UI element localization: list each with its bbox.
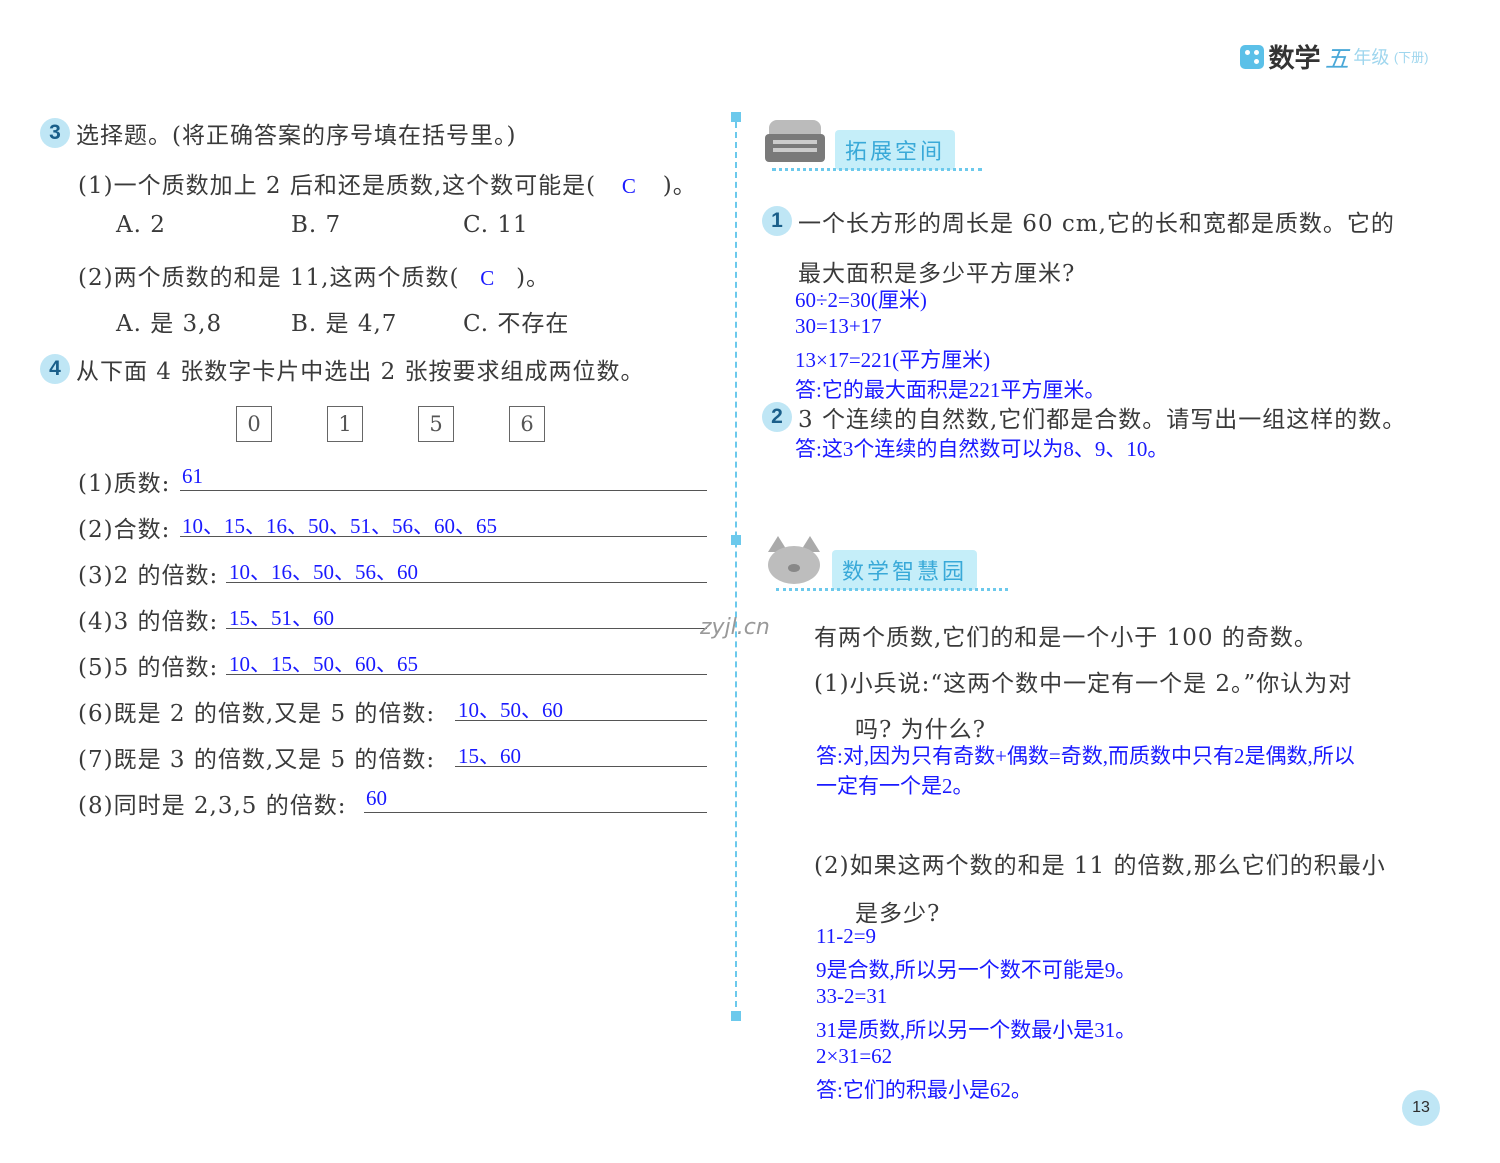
wisdom-intro: 有两个质数,它们的和是一个小于 100 的奇数。 — [814, 625, 1318, 651]
header-grade-suffix: 年级 — [1353, 47, 1390, 68]
wisdom-p1-answer-2: 一定有一个是2。 — [816, 774, 974, 798]
header-volume: (下册) — [1393, 50, 1429, 65]
q3-p2-option-b: B. 是 4,7 — [291, 311, 398, 337]
dotted-underline — [772, 168, 982, 171]
answer-line — [180, 490, 707, 491]
divider-marker — [731, 1011, 741, 1021]
answer-line — [364, 812, 707, 813]
q3-p1-option-b: B. 7 — [291, 212, 342, 238]
number-card: 0 — [236, 406, 272, 442]
q4-item-7-label: (7)既是 3 的倍数,又是 5 的倍数: — [78, 747, 436, 773]
q3-p1-stem: (1)一个质数加上 2 后和还是质数,这个数可能是( — [78, 173, 597, 199]
wisdom-p2-answer-5: 2×31=62 — [816, 1044, 893, 1068]
cat-icon — [766, 536, 822, 586]
wisdom-section-label: 数学智慧园 — [832, 550, 978, 590]
divider-marker — [731, 535, 741, 545]
answer-line — [455, 720, 707, 721]
q4-item-3-label: (3)2 的倍数: — [78, 563, 219, 589]
wisdom-p1-line1: (1)小兵说:“这两个数中一定有一个是 2。”你认为对 — [814, 671, 1353, 697]
q3-p1-close: )。 — [662, 173, 697, 199]
q4-item-8-answer: 60 — [366, 786, 387, 810]
header-title: 数学 五 年级 (下册) — [1240, 38, 1429, 75]
ext-q1-number: 1 — [762, 206, 792, 236]
q4-item-1-label: (1)质数: — [78, 471, 171, 497]
answer-line — [226, 628, 707, 629]
ext-q2-text: 3 个连续的自然数,它们都是合数。请写出一组这样的数。 — [798, 407, 1407, 433]
ext-q2-answer: 答:这3个连续的自然数可以为8、9、10。 — [795, 437, 1169, 461]
q3-p2-close: )。 — [516, 265, 551, 291]
q4-number: 4 — [40, 354, 70, 384]
wisdom-p1-answer-1: 答:对,因为只有奇数+偶数=奇数,而质数中只有2是偶数,所以 — [816, 744, 1355, 768]
q4-item-2-label: (2)合数: — [78, 517, 171, 543]
keyboard-icon — [765, 120, 825, 166]
q4-title: 从下面 4 张数字卡片中选出 2 张按要求组成两位数。 — [76, 359, 645, 385]
ext-q1-answer-3: 13×17=221(平方厘米) — [795, 348, 991, 372]
q4-item-8-label: (8)同时是 2,3,5 的倍数: — [78, 793, 347, 819]
header-subject: 数学 — [1268, 43, 1321, 73]
number-card: 1 — [327, 406, 363, 442]
answer-line — [226, 674, 707, 675]
q4-item-1-answer: 61 — [182, 464, 203, 488]
q3-p2: (2)两个质数的和是 11,这两个质数( C )。 — [78, 258, 550, 292]
q3-p2-option-a: A. 是 3,8 — [116, 311, 223, 337]
q4-item-6-label: (6)既是 2 的倍数,又是 5 的倍数: — [78, 701, 436, 727]
header-grade: 五 — [1324, 46, 1349, 73]
q4-item-5-label: (5)5 的倍数: — [78, 655, 219, 681]
page-number: 13 — [1402, 1090, 1440, 1126]
q4-item-4-label: (4)3 的倍数: — [78, 609, 219, 635]
q3-p1-option-c: C. 11 — [463, 212, 529, 238]
number-card: 6 — [509, 406, 545, 442]
column-divider — [735, 122, 737, 1017]
wisdom-p2-answer-2: 9是合数,所以另一个数不可能是9。 — [816, 958, 1137, 982]
answer-line — [455, 766, 707, 767]
number-card: 5 — [418, 406, 454, 442]
wisdom-p2-answer-3: 33-2=31 — [816, 984, 888, 1008]
wisdom-p2-line2: 是多少? — [855, 901, 941, 927]
ext-q2-number: 2 — [762, 402, 792, 432]
answer-line — [226, 582, 707, 583]
wisdom-p2-answer-1: 11-2=9 — [816, 924, 877, 948]
q3-p1-option-a: A. 2 — [116, 212, 166, 238]
q3-number: 3 — [40, 118, 70, 148]
dice-icon — [1240, 44, 1264, 69]
wisdom-p2-answer-6: 答:它们的积最小是62。 — [816, 1078, 1032, 1102]
q3-title: 选择题。(将正确答案的序号填在括号里。) — [76, 123, 517, 149]
q3-p1-answer: C — [621, 174, 637, 198]
ext-q1-answer-2: 30=13+17 — [795, 314, 882, 338]
watermark: zyjl.cn — [700, 615, 770, 640]
divider-marker — [731, 112, 741, 122]
ext-q1-line2: 最大面积是多少平方厘米? — [798, 261, 1076, 287]
wisdom-p1-line2: 吗? 为什么? — [855, 717, 986, 743]
wisdom-p2-answer-4: 31是质数,所以另一个数最小是31。 — [816, 1018, 1137, 1042]
extension-section-label: 拓展空间 — [835, 130, 956, 170]
ext-q1-line1: 一个长方形的周长是 60 cm,它的长和宽都是质数。它的 — [798, 211, 1395, 237]
q3-p2-stem: (2)两个质数的和是 11,这两个质数( — [78, 265, 460, 291]
q3-p2-option-c: C. 不存在 — [463, 311, 570, 337]
ext-q1-answer-1: 60÷2=30(厘米) — [795, 288, 927, 312]
answer-line — [180, 536, 707, 537]
dotted-underline — [776, 588, 1008, 591]
q3-p2-answer: C — [480, 266, 496, 290]
wisdom-p2-line1: (2)如果这两个数的和是 11 的倍数,那么它们的积最小 — [814, 853, 1386, 879]
q3-p1: (1)一个质数加上 2 后和还是质数,这个数可能是( C )。 — [78, 166, 697, 200]
